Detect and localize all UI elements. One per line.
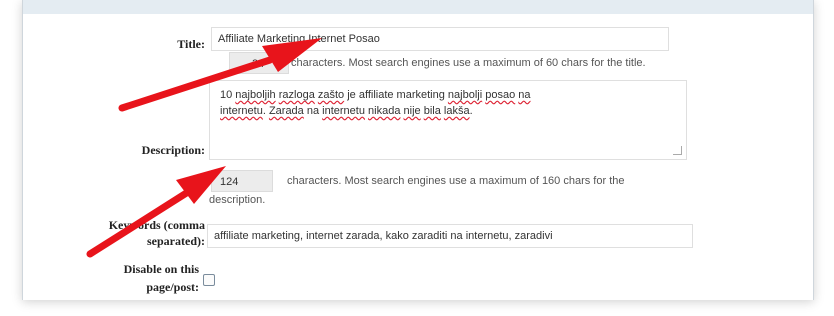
- description-help-line-1: characters. Most search engines use a ma…: [287, 175, 625, 187]
- description-line-2: internetu. Zarada na internetu nikada ni…: [220, 105, 473, 117]
- disable-label-line-1: Disable on this: [123, 262, 199, 276]
- disable-checkbox[interactable]: [203, 274, 215, 286]
- description-textarea[interactable]: 10 najboljih razloga zašto je affiliate …: [209, 80, 687, 160]
- title-input[interactable]: Affiliate Marketing Internet Posao: [211, 27, 669, 51]
- seo-settings-panel: Title: Affiliate Marketing Internet Posa…: [22, 0, 814, 300]
- keywords-label-line-2: separated):: [147, 234, 205, 248]
- disable-label-line-2: page/post:: [146, 280, 199, 294]
- description-help-line-2: description.: [209, 194, 266, 206]
- textarea-resize-handle[interactable]: [673, 146, 682, 155]
- title-label: Title:: [177, 37, 205, 51]
- panel-top-band: [23, 0, 813, 14]
- title-input-value: Affiliate Marketing Internet Posao: [218, 33, 380, 45]
- description-line-1: 10 najboljih razloga zašto je affiliate …: [220, 89, 531, 101]
- description-label: Description:: [141, 143, 205, 157]
- description-char-count: 124: [211, 170, 273, 192]
- keywords-label-line-1: Keywords (comma: [108, 218, 205, 232]
- title-help-text: characters. Most search engines use a ma…: [291, 57, 646, 69]
- keywords-input[interactable]: affiliate marketing, internet zarada, ka…: [207, 224, 693, 248]
- keywords-input-value: affiliate marketing, internet zarada, ka…: [214, 230, 553, 242]
- title-char-count: 34: [229, 52, 289, 74]
